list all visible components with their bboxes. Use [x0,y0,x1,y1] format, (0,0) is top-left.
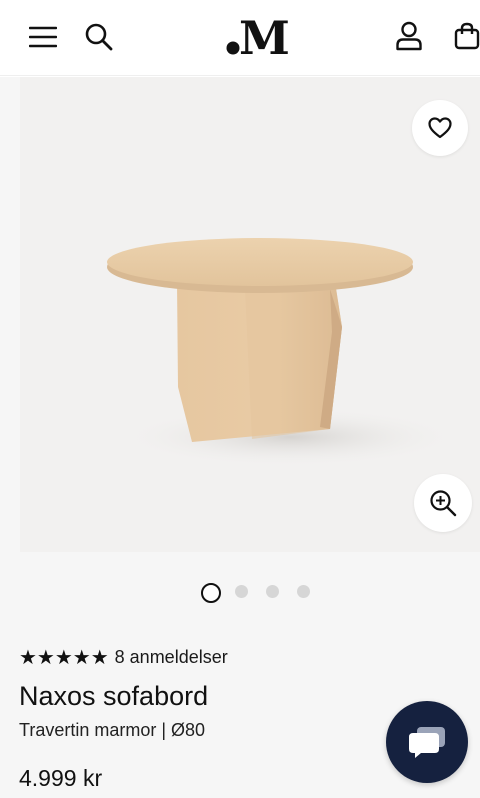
pagination-dot-3[interactable] [266,585,279,598]
reviews-count-link[interactable]: 8 anmeldelser [115,647,228,668]
product-page: ★★★★★ 8 anmeldelser Naxos sofabord Trave… [0,77,480,798]
search-icon[interactable] [84,22,114,52]
pagination-dot-1[interactable] [201,583,221,603]
brand-logo[interactable]: M [224,14,290,58]
shopping-bag-icon[interactable] [454,22,480,50]
pagination-dot-2[interactable] [235,585,248,598]
product-title: Naxos sofabord [19,681,209,711]
zoom-button[interactable] [414,474,472,532]
image-pagination [0,580,480,603]
product-image [107,238,460,467]
product-price: 4.999 kr [19,765,103,791]
product-subtitle: Travertin marmor | Ø80 [19,720,206,740]
product-rating[interactable]: ★★★★★ 8 anmeldelser [19,645,228,669]
user-icon[interactable] [395,21,423,51]
heart-icon [428,117,452,139]
favorite-button[interactable] [412,100,468,156]
product-image-gallery[interactable] [20,77,480,552]
hamburger-menu-icon[interactable] [29,25,57,49]
rating-stars: ★★★★★ [19,645,109,669]
top-navigation-bar: M [0,0,480,76]
pagination-dot-4[interactable] [297,585,310,598]
chat-button[interactable] [386,701,468,783]
chat-bubble-icon [409,727,445,758]
zoom-in-icon [430,490,457,517]
logo-letter: M [239,14,290,58]
